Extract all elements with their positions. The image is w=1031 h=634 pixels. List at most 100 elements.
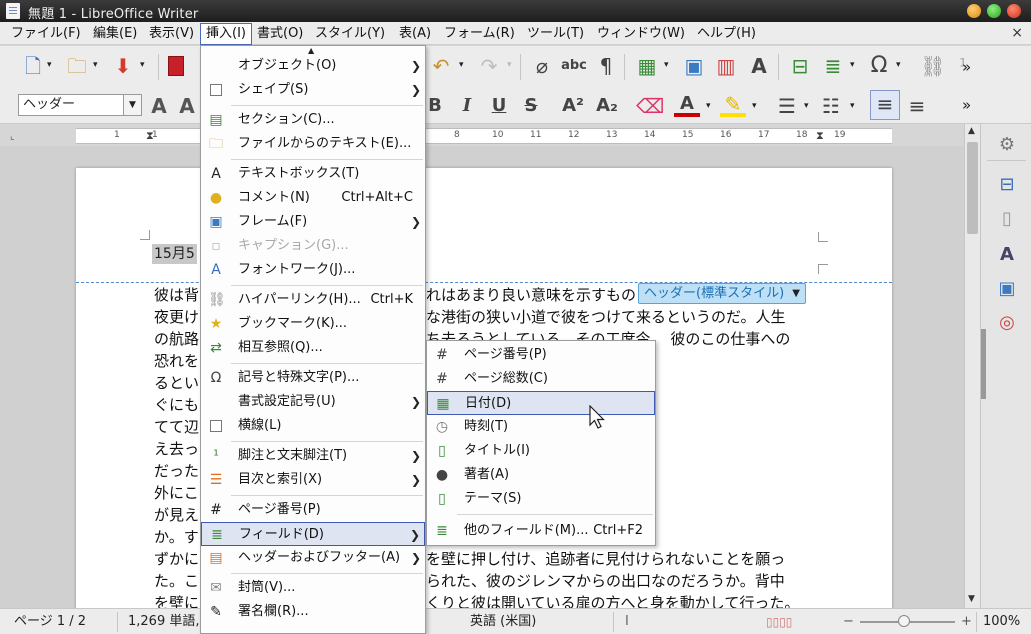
menu-item[interactable]: スタイル(Y) xyxy=(310,23,390,44)
menu-item[interactable]: 表示(V) xyxy=(144,23,199,44)
zoom-slider-handle[interactable] xyxy=(898,615,910,627)
indent-marker-icon[interactable]: ⧗ xyxy=(816,129,824,143)
align-left-icon[interactable]: ≡ xyxy=(870,90,900,120)
text-line-start[interactable]: 外にこ xyxy=(154,482,199,504)
menu-item[interactable]: 編集(E) xyxy=(88,23,142,44)
insert-table-icon[interactable]: ▦ xyxy=(634,53,660,79)
sidebar-page-icon[interactable]: ▯ xyxy=(994,206,1020,232)
sidebar-properties-icon[interactable]: ⊟ xyxy=(994,172,1020,198)
strikethrough-icon[interactable]: S xyxy=(518,93,544,119)
formatting-marks-icon[interactable]: ¶ xyxy=(593,53,619,79)
insert-textbox-icon[interactable]: A xyxy=(746,53,772,79)
new-document-icon[interactable]: 🗋 xyxy=(20,53,46,79)
menu-item-headerfooter[interactable]: ▤ ヘッダーおよびフッター(A) ❯ xyxy=(201,546,425,570)
text-line-end[interactable]: な港街の狭い小道で彼をつけて来るというのだ。人生 xyxy=(426,306,786,328)
text-line-start[interactable]: か。す xyxy=(154,526,199,548)
header-tag-dropdown-icon[interactable]: ▼ xyxy=(792,284,800,303)
menu-item-signature[interactable]: ✎ 署名欄(R)... xyxy=(201,600,425,624)
paragraph-style-input[interactable]: ヘッダー xyxy=(18,94,124,116)
zoom-level[interactable]: 100% xyxy=(983,613,1020,631)
text-line-start[interactable]: の航路 xyxy=(154,328,199,350)
text-line-end[interactable]: を壁に押し付け、追跡者に見付けられないことを願っ xyxy=(426,548,785,570)
menu-item-field[interactable]: ≣ フィールド(D) ❯ xyxy=(201,522,425,546)
table-dropdown-icon[interactable]: ▾ xyxy=(664,60,669,70)
format-toolbar-overflow-button[interactable]: » xyxy=(962,96,971,114)
header-text[interactable]: 15月5 xyxy=(152,244,197,264)
highlight-icon[interactable]: ✎ xyxy=(720,91,746,117)
italic-icon[interactable]: I xyxy=(454,93,480,119)
menu-item-hyperlink[interactable]: ⛓ ハイパーリンク(H)... Ctrl+K xyxy=(201,288,425,312)
menu-item-bookmark[interactable]: ★ ブックマーク(K)... xyxy=(201,312,425,336)
minimize-button[interactable] xyxy=(967,4,981,18)
redo-icon[interactable]: ↷ xyxy=(476,53,502,79)
indent-marker-icon[interactable]: ⧗ xyxy=(146,129,154,143)
menu-item[interactable]: 書式(O) xyxy=(252,23,308,44)
open-dropdown-icon[interactable]: ▾ xyxy=(93,60,98,70)
clear-direct-format-icon[interactable]: ⌫ xyxy=(636,93,664,119)
scroll-up-icon[interactable]: ▲ xyxy=(968,126,975,136)
text-line-start[interactable]: てて辺 xyxy=(154,416,199,438)
spellcheck-icon[interactable]: abc xyxy=(561,53,587,79)
tab-stop-selector[interactable]: ⌞ xyxy=(10,131,15,142)
hyperlink-icon[interactable]: ⛓ xyxy=(920,53,946,79)
sidebar-navigator-icon[interactable]: ◎ xyxy=(994,310,1020,336)
text-line-end[interactable]: れはあまり良い意味を示すもの xyxy=(426,284,636,306)
special-character-icon[interactable]: Ω xyxy=(866,53,892,79)
menu-item-pagenum[interactable]: # ページ番号(P) xyxy=(201,498,425,522)
page-count[interactable]: ページ 1 / 2 xyxy=(14,613,86,631)
font-color-icon[interactable]: A xyxy=(674,91,700,117)
undo-dropdown-icon[interactable]: ▾ xyxy=(459,60,464,70)
menu-item-author[interactable]: ● 著者(A) xyxy=(427,463,655,487)
update-style-icon[interactable]: A xyxy=(146,93,172,119)
subscript-icon[interactable]: A₂ xyxy=(594,93,620,119)
toolbar-overflow-button[interactable]: » xyxy=(962,58,971,76)
menu-insert[interactable]: 挿入(I) xyxy=(200,23,252,45)
highlight-dropdown-icon[interactable]: ▾ xyxy=(752,101,757,111)
menu-item-hash-multi[interactable]: # ページ総数(C) xyxy=(427,367,655,391)
menu-item-comment[interactable]: ● コメント(N) Ctrl+Alt+C xyxy=(201,186,425,210)
menu-item-subject[interactable]: ▯ テーマ(S) xyxy=(427,487,655,511)
sidebar-styles-icon[interactable]: A xyxy=(994,242,1020,268)
superscript-icon[interactable]: A² xyxy=(560,93,586,119)
menu-item-calendar[interactable]: ▦ 日付(D) xyxy=(427,391,655,415)
special-char-dropdown-icon[interactable]: ▾ xyxy=(896,60,901,70)
text-line-start[interactable]: 恐れを xyxy=(154,350,199,372)
menu-item-object[interactable]: オブジェクト(O) ❯ xyxy=(201,54,425,78)
menu-item-hash[interactable]: # ページ番号(P) xyxy=(427,343,655,367)
scroll-down-icon[interactable]: ▼ xyxy=(968,594,975,604)
open-folder-icon[interactable]: 🗀 xyxy=(64,53,90,79)
numbered-dropdown-icon[interactable]: ▾ xyxy=(850,101,855,111)
menu-item[interactable]: ファイル(F) xyxy=(6,23,86,44)
sidebar-gallery-icon[interactable]: ▣ xyxy=(994,276,1020,302)
close-document-button[interactable]: × xyxy=(1011,25,1023,41)
maximize-button[interactable] xyxy=(987,4,1001,18)
menu-item-crossref[interactable]: ⇄ 相互参照(Q)... xyxy=(201,336,425,360)
menu-item-omega[interactable]: Ω 記号と特殊文字(P)... xyxy=(201,366,425,390)
sidebar-settings-icon[interactable]: ⚙ xyxy=(994,132,1020,158)
new-style-icon[interactable]: A xyxy=(174,93,200,119)
field-dropdown-icon[interactable]: ▾ xyxy=(850,60,855,70)
clear-format-icon[interactable]: ⌀ xyxy=(529,53,555,79)
language-status[interactable]: 英語 (米国) xyxy=(470,613,536,631)
insert-mode-icon[interactable]: I xyxy=(625,613,629,631)
save-dropdown-icon[interactable]: ▾ xyxy=(140,60,145,70)
bullet-list-icon[interactable]: ☰ xyxy=(774,93,800,119)
text-line-start[interactable]: え去っ xyxy=(154,438,199,460)
menu-item-textbox[interactable]: A テキストボックス(T) xyxy=(201,162,425,186)
horizontal-ruler[interactable]: 1 1 8 10 11 12 13 14 15 16 17 18 19 ⧗ ⧗ xyxy=(76,128,892,144)
text-line-start[interactable]: るとい xyxy=(154,372,199,394)
menu-item-fontwork[interactable]: A フォントワーク(J)... xyxy=(201,258,425,282)
view-layout-icons[interactable]: ▯▯▯▯ xyxy=(766,613,792,631)
save-icon[interactable]: ⬇ xyxy=(110,53,136,79)
font-color-dropdown-icon[interactable]: ▾ xyxy=(706,101,711,111)
close-window-button[interactable] xyxy=(1007,4,1021,18)
menu-item-footnote[interactable]: ¹ 脚注と文末脚注(T) ❯ xyxy=(201,444,425,468)
zoom-in-icon[interactable]: + xyxy=(961,613,972,631)
underline-icon[interactable]: U xyxy=(486,93,512,119)
export-pdf-icon[interactable] xyxy=(168,56,184,76)
text-line-start[interactable]: た。こ xyxy=(154,570,199,592)
zoom-out-icon[interactable]: − xyxy=(843,613,854,631)
menu-item[interactable]: フォーム(R) xyxy=(439,23,520,44)
menu-item[interactable]: ウィンドウ(W) xyxy=(592,23,690,44)
menu-item-hline[interactable]: 横線(L) xyxy=(201,414,425,438)
